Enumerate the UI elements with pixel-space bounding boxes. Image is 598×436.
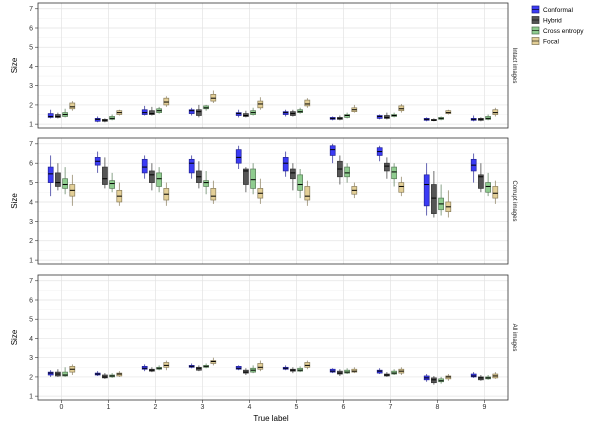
box-body — [156, 172, 162, 187]
box-body — [196, 109, 202, 116]
legend-item-conformal: Conformal — [531, 5, 574, 14]
panel-2: 1 2 3 4 5 6 7 Size Corrupt images — [10, 137, 517, 265]
box-body — [235, 149, 242, 164]
box-body — [304, 186, 311, 201]
box-plot-chart: 1 2 3 4 5 6 7 Size Intact images 1 2 3 4 5 6 7 Size Corru… — [10, 2, 584, 423]
box-body — [250, 168, 256, 189]
box-7-conformal — [376, 114, 383, 120]
x-tick-label: 8 — [436, 404, 440, 411]
panel-strip-label: Corrupt images — [511, 180, 517, 221]
box-1-focal — [116, 109, 123, 116]
box-body — [210, 188, 217, 201]
x-tick-label: 6 — [342, 404, 346, 411]
x-tick-label: 2 — [154, 404, 158, 411]
y-tick-label: 5 — [29, 180, 33, 187]
x-axis: 0 1 2 3 4 5 6 7 8 9 — [60, 400, 487, 411]
y-tick-label: 3 — [29, 219, 33, 226]
x-tick-label: 1 — [107, 404, 111, 411]
panel-3: 1 2 3 4 5 6 7 Size All images — [10, 274, 517, 401]
x-tick-label: 3 — [201, 404, 205, 411]
box-body — [257, 363, 264, 370]
box-body — [62, 178, 68, 189]
box-body — [102, 166, 108, 185]
y-tick-label: 6 — [29, 25, 33, 32]
box-body — [149, 170, 155, 183]
legend-label: Focal — [543, 38, 559, 45]
box-body — [391, 166, 397, 180]
x-tick-label: 9 — [483, 404, 487, 411]
x-tick-label: 4 — [248, 404, 252, 411]
box-6-conformal — [329, 368, 336, 374]
legend-label: Hybrid — [543, 17, 562, 24]
y-tick-label: 4 — [29, 199, 33, 206]
box-body — [69, 102, 76, 110]
y-axis-title: Size — [10, 57, 19, 73]
box-body — [109, 180, 115, 189]
box-body — [141, 158, 148, 174]
legend-item-hybrid: Hybrid — [531, 16, 562, 24]
y-tick-label: 2 — [29, 374, 33, 381]
box-body — [485, 182, 491, 193]
box-body — [47, 166, 54, 183]
x-tick-label: 0 — [60, 404, 64, 411]
box-body — [398, 182, 405, 193]
legend-label: Cross entropy — [543, 28, 584, 35]
y-tick-label: 7 — [29, 141, 33, 148]
y-tick-label: 7 — [29, 278, 33, 285]
legend-label: Conformal — [543, 7, 574, 14]
y-tick-label: 1 — [29, 258, 33, 265]
box-body — [423, 174, 430, 207]
y-tick-label: 3 — [29, 355, 33, 362]
box-body — [297, 174, 303, 191]
legend-item-focal: Focal — [531, 37, 559, 45]
x-tick-label: 5 — [295, 404, 299, 411]
box-body — [329, 145, 336, 156]
y-tick-label: 3 — [29, 83, 33, 90]
box-body — [384, 162, 390, 172]
box-body — [492, 186, 499, 199]
y-tick-label: 5 — [29, 317, 33, 324]
box-2-focal — [163, 96, 170, 107]
panel-strip-label: Intact images — [511, 48, 517, 84]
panel-1: 1 2 3 4 5 6 7 Size Intact images — [10, 2, 517, 129]
box-body — [431, 184, 437, 214]
y-tick-label: 7 — [29, 6, 33, 13]
x-tick-label: 7 — [389, 404, 393, 411]
box-body — [203, 180, 209, 187]
legend: Conformal Hybrid Cross entropy Focal — [531, 5, 584, 45]
box-body — [282, 157, 289, 172]
legend-item-cross-entropy: Cross entropy — [531, 26, 584, 35]
box-body — [290, 168, 296, 180]
panel-strip-label: All images — [511, 324, 517, 352]
y-tick-label: 6 — [29, 161, 33, 168]
y-axis-title: Size — [10, 329, 19, 345]
box-body — [344, 166, 350, 178]
y-tick-label: 2 — [29, 102, 33, 109]
box-8-focal — [445, 109, 452, 115]
y-tick-label: 1 — [29, 394, 33, 401]
chart-panels: 1 2 3 4 5 6 7 Size Intact images 1 2 3 4 5 6 7 Size Corru… — [10, 2, 517, 401]
box-body — [304, 99, 311, 107]
y-tick-label: 4 — [29, 336, 33, 343]
y-tick-label: 5 — [29, 45, 33, 52]
box-4-conformal — [235, 365, 242, 371]
box-body — [188, 158, 195, 174]
y-tick-label: 1 — [29, 122, 33, 129]
y-tick-label: 6 — [29, 297, 33, 304]
x-axis-title: True label — [253, 414, 289, 423]
y-tick-label: 2 — [29, 238, 33, 245]
y-tick-label: 4 — [29, 64, 33, 71]
y-axis-title: Size — [10, 193, 19, 209]
box-body — [55, 172, 61, 187]
